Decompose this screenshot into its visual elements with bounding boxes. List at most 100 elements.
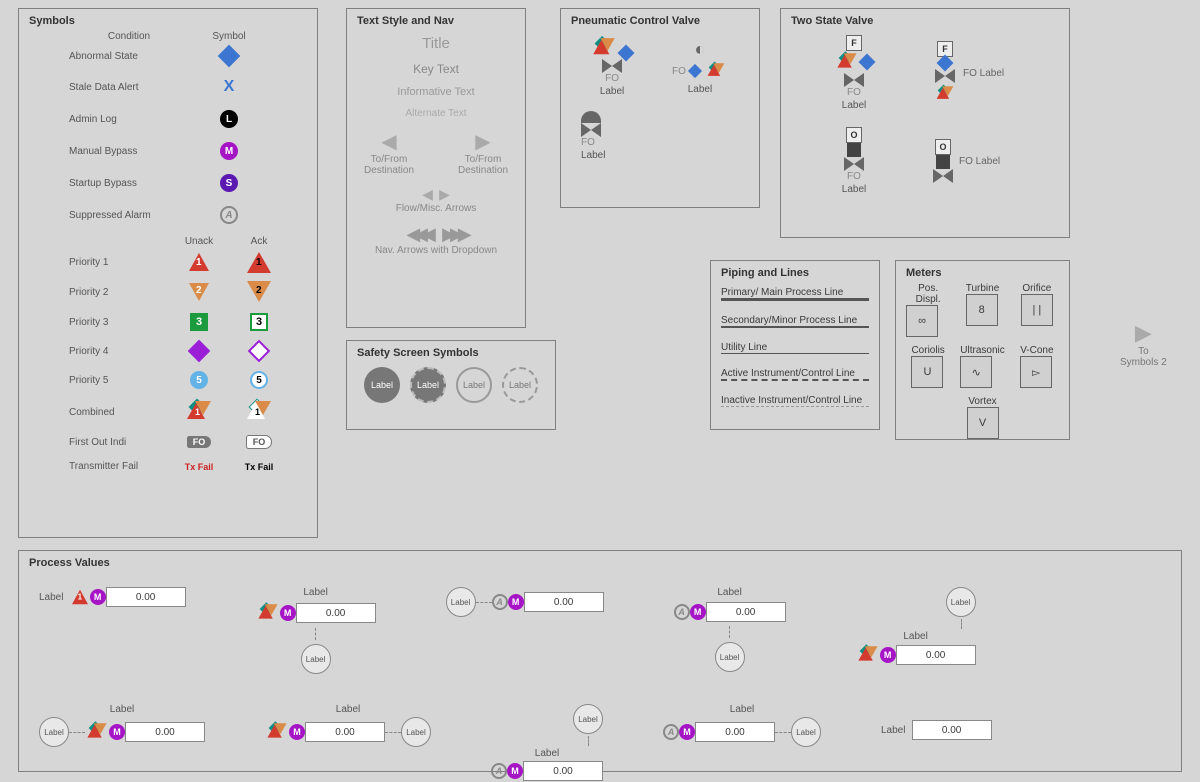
nav-arrow-right-icon[interactable]: ▶	[1120, 320, 1167, 346]
flow-arrow-right-icon: ▶	[439, 186, 450, 202]
nav-label: Nav. Arrows with Dropdown	[375, 245, 497, 256]
priority1-ack-icon: 1	[249, 253, 269, 271]
priority5-ack-icon: 5	[250, 371, 268, 389]
line-label: Utility Line	[721, 342, 869, 353]
pcv-style3: FO Label	[581, 111, 749, 161]
row-label: Startup Bypass	[29, 178, 179, 189]
process-values-panel: Process Values Label 1 M 0.00 Label M 0.…	[18, 550, 1182, 772]
priority4-unack-icon	[188, 340, 211, 363]
flow-arrow-left-icon: ◀	[422, 186, 433, 202]
first-out-ack-icon: FO	[246, 435, 273, 449]
flow-label: Flow/Misc. Arrows	[396, 203, 477, 214]
symbols-panel: Symbols Condition Symbol Abnormal State …	[18, 8, 318, 538]
row-label: Priority 2	[29, 287, 169, 298]
valve-label: Label	[600, 86, 624, 97]
priority2-ack-icon: 2	[249, 283, 269, 301]
nav-dropdown-right-icon[interactable]: ▶▶▶	[442, 224, 466, 244]
combined-unack-icon: 1	[187, 401, 211, 423]
row-label: Suppressed Alarm	[29, 210, 179, 221]
pv-item: A M 0.00 Label	[663, 717, 821, 747]
priority4-ack-icon	[248, 340, 271, 363]
nav-dropdown-left-icon[interactable]: ◀◀◀	[406, 224, 430, 244]
pv-item: M 0.00	[256, 602, 376, 624]
ack-header: Ack	[229, 236, 289, 247]
row-label: Priority 5	[29, 375, 169, 386]
valve-label: Label	[688, 84, 712, 95]
pv-item: Label A M 0.00	[446, 587, 604, 617]
coriolis-meter-icon: U	[911, 356, 943, 388]
manual-bypass-icon: M	[220, 142, 238, 160]
row-label: Transmitter Fail	[29, 461, 169, 472]
panel-title: Two State Valve	[791, 15, 1059, 27]
suppressed-alarm-icon: A	[220, 206, 238, 224]
tsv-panel: Two State Valve F FO Label F FO Label O …	[780, 8, 1070, 238]
panel-title: Text Style and Nav	[357, 15, 515, 27]
panel-title: Meters	[906, 267, 1059, 279]
safety-symbol-solid: Label	[364, 367, 400, 403]
nav-label: Symbols 2	[1120, 357, 1167, 368]
symbol-header: Symbol	[179, 31, 279, 42]
stale-data-icon: X	[179, 78, 279, 96]
tsv-o-style1: O FO Label	[791, 127, 917, 195]
pv-value[interactable]: 0.00	[106, 587, 186, 607]
safety-symbol-outline: Label	[456, 367, 492, 403]
row-label: Priority 1	[29, 257, 169, 268]
startup-bypass-icon: S	[220, 174, 238, 192]
safety-symbol-dashed-fill: Label	[410, 367, 446, 403]
manual-bypass-icon: M	[90, 589, 106, 605]
panel-title: Process Values	[29, 557, 1171, 569]
bowtie-valve-icon	[602, 59, 622, 73]
nav-arrow-right-icon[interactable]: ▶	[475, 131, 490, 153]
fo-tag: FO	[581, 137, 595, 148]
tsv-o-style2: O FO Label	[933, 127, 1059, 195]
pv-item: A M 0.00	[491, 761, 603, 781]
first-out-unack-icon: FO	[187, 436, 212, 448]
admin-log-icon: L	[220, 110, 238, 128]
txfail-ack-icon: Tx Fail	[229, 462, 289, 472]
panel-title: Symbols	[29, 15, 307, 27]
pcv-style2: ◐ FO Label	[672, 39, 728, 95]
meter-label: Turbine	[966, 283, 1000, 294]
tsv-f-style1: F FO Label	[791, 35, 917, 111]
key-text-sample: Key Text	[413, 62, 459, 76]
priority3-unack-icon: 3	[190, 313, 208, 331]
panel-title: Pneumatic Control Valve	[571, 15, 749, 27]
valve-label: Label	[581, 150, 605, 161]
condition-header: Condition	[79, 31, 179, 42]
safety-panel: Safety Screen Symbols Label Label Label …	[346, 340, 556, 430]
piping-panel: Piping and Lines Primary/ Main Process L…	[710, 260, 880, 430]
priority1-unack-icon: 1	[189, 253, 209, 271]
pos-displ-meter-icon: ∞	[906, 305, 938, 337]
row-label: Priority 3	[29, 317, 169, 328]
pv-item: Label M 0.00	[39, 717, 205, 747]
dest-label: To/From Destination	[357, 154, 421, 176]
to-symbols2-nav[interactable]: ▶ To Symbols 2	[1120, 320, 1167, 368]
pv-item: M 0.00 Label	[265, 717, 431, 747]
line-label: Secondary/Minor Process Line	[721, 315, 869, 326]
informative-text-sample: Informative Text	[397, 86, 474, 98]
panel-title: Safety Screen Symbols	[357, 347, 545, 359]
nav-label: To	[1120, 346, 1167, 357]
row-label: Combined	[29, 407, 169, 418]
priority2-unack-icon: 2	[189, 283, 209, 301]
dest-label: To/From Destination	[451, 154, 515, 176]
row-label: Admin Log	[29, 114, 179, 125]
pv-item: Label 1 M 0.00	[39, 587, 186, 607]
turbine-meter-icon: 8	[966, 294, 998, 326]
unack-header: Unack	[169, 236, 229, 247]
textstyle-panel: Text Style and Nav Title Key Text Inform…	[346, 8, 526, 328]
meter-label: Pos. Displ.	[906, 283, 950, 305]
nav-arrow-left-icon[interactable]: ◀	[381, 131, 396, 153]
row-label: Stale Data Alert	[29, 82, 179, 93]
orifice-meter-icon: | |	[1021, 294, 1053, 326]
meters-panel: Meters Pos. Displ.∞ Turbine8 Orifice| | …	[895, 260, 1070, 440]
title-text-sample: Title	[422, 35, 450, 52]
row-label: First Out Indi	[29, 437, 169, 448]
pv-annotation: Label	[301, 644, 331, 674]
ultrasonic-meter-icon: ∿	[960, 356, 992, 388]
row-label: Manual Bypass	[29, 146, 179, 157]
priority3-ack-icon: 3	[250, 313, 268, 331]
meter-label: V-Cone	[1020, 345, 1053, 356]
meter-label: Coriolis	[911, 345, 944, 356]
line-label: Primary/ Main Process Line	[721, 287, 869, 298]
